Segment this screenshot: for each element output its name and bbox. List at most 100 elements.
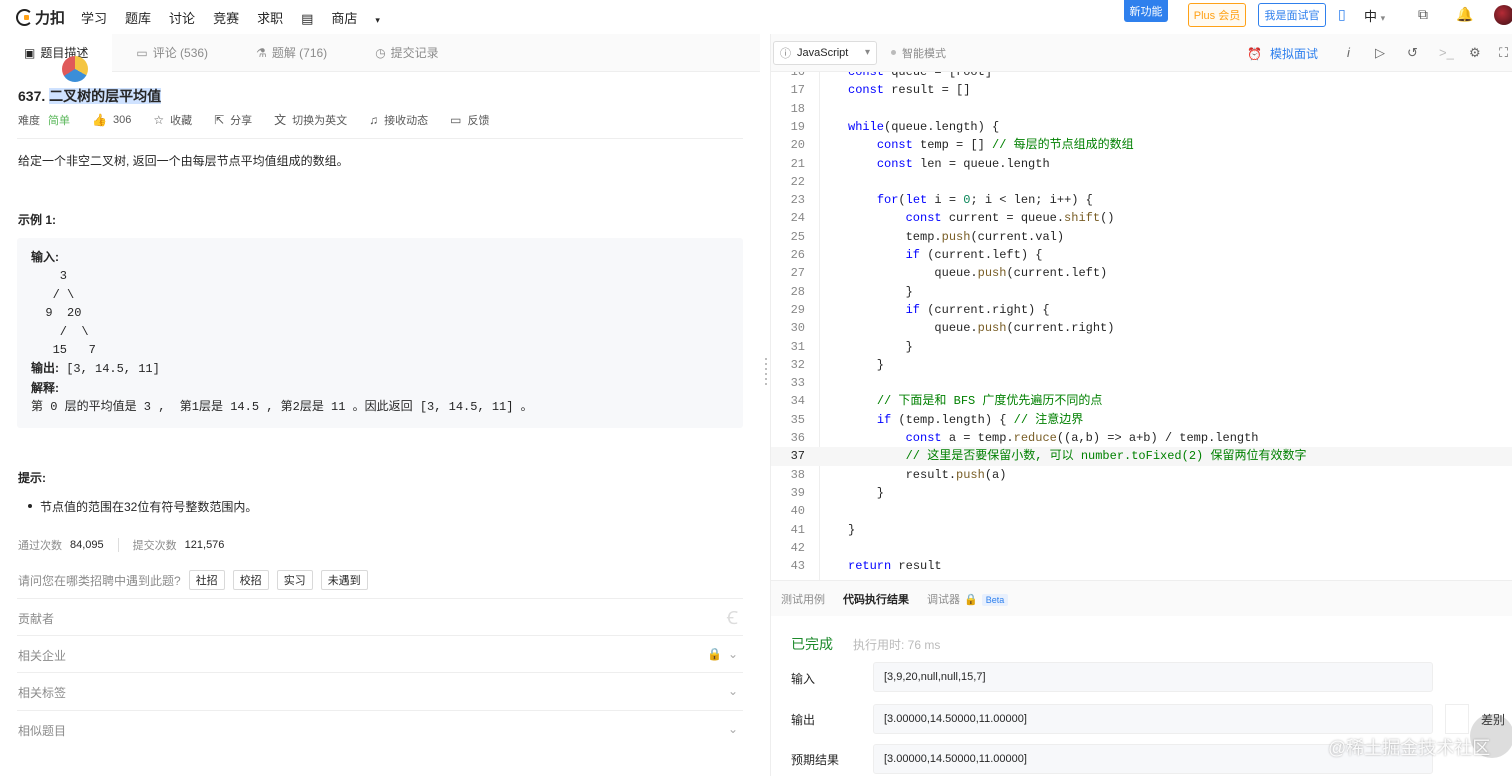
- code-line[interactable]: 23 for(let i = 0; i < len; i++) {: [771, 191, 1512, 209]
- line-number: 22: [790, 174, 805, 189]
- mobile-icon[interactable]: ▯: [1338, 6, 1346, 23]
- plus-member-button[interactable]: Plus 会员: [1188, 3, 1246, 27]
- new-feature-badge[interactable]: 新功能: [1124, 0, 1168, 22]
- input-label: 输入:: [31, 250, 59, 264]
- leetcode-logo[interactable]: 力扣: [16, 7, 65, 28]
- feedback-label: 反馈: [467, 114, 490, 127]
- nav-link-shop[interactable]: ▤ 商店 ▾: [301, 8, 398, 27]
- code-line[interactable]: 38 result.push(a): [771, 466, 1512, 484]
- nav-link-learn[interactable]: 学习: [81, 8, 107, 27]
- tab-submissions[interactable]: ◷ 提交记录: [351, 34, 463, 72]
- favorite-button[interactable]: ☆ 收藏: [153, 112, 192, 128]
- code-line[interactable]: 18: [771, 100, 1512, 118]
- tab-testcase[interactable]: 测试用例: [781, 591, 825, 607]
- code-line[interactable]: 43 return result: [771, 557, 1512, 575]
- code-line[interactable]: 20 const temp = [] // 每层的节点组成的数组: [771, 136, 1512, 154]
- share-button[interactable]: ⇱ 分享: [214, 112, 252, 128]
- code-line[interactable]: 25 temp.push(current.val): [771, 228, 1512, 246]
- difficulty-label: 难度: [18, 114, 40, 127]
- star-icon: ☆: [153, 112, 165, 127]
- divider: [17, 598, 743, 599]
- divider: [17, 672, 743, 673]
- code-editor[interactable]: 16 const queue = [root] 17 const result = […: [771, 72, 1512, 580]
- nav-link-contest[interactable]: 竞赛: [213, 8, 239, 27]
- code-line[interactable]: 35 if (temp.length) { // 注意边界: [771, 411, 1512, 429]
- tab-description[interactable]: ▣ 题目描述: [0, 33, 113, 72]
- code-text: }: [848, 284, 913, 299]
- code-text: const a = temp.reduce((a,b) => a+b) / te…: [905, 431, 1259, 445]
- code-line[interactable]: 31 }: [771, 338, 1512, 356]
- nav-link-discuss[interactable]: 讨论: [169, 8, 195, 27]
- run-icon[interactable]: ▷: [1375, 45, 1385, 61]
- code-line[interactable]: 27 queue.push(current.left): [771, 264, 1512, 282]
- language-selector[interactable]: 中 ▾: [1364, 6, 1385, 25]
- code-line[interactable]: 26 if (current.left) {: [771, 246, 1512, 264]
- chip-social[interactable]: 社招: [188, 570, 225, 590]
- code-line[interactable]: 29 if (current.right) {: [771, 301, 1512, 319]
- nav-link-problems[interactable]: 题库: [125, 8, 151, 27]
- tab-comments[interactable]: ▭ 评论 (536): [112, 34, 232, 72]
- section-label: 相关标签: [18, 686, 67, 700]
- chevron-down-icon: ⌄: [727, 684, 738, 698]
- code-line[interactable]: 36 const a = temp.reduce((a,b) => a+b) /…: [771, 429, 1512, 447]
- code-line[interactable]: 24 const current = queue.shift(): [771, 209, 1512, 227]
- line-number: 26: [790, 248, 805, 262]
- mock-interview-button[interactable]: ⏰ 模拟面试: [1247, 45, 1318, 62]
- code-line[interactable]: 41}: [771, 521, 1512, 539]
- document-icon: ▣: [24, 45, 36, 60]
- tree-line: / \: [31, 324, 89, 339]
- tab-result[interactable]: 代码执行结果: [843, 591, 909, 607]
- example-block: 输入: 3 / \ 9 20 / \ 15 7 输出: [3, 14.5, 11…: [17, 238, 743, 428]
- code-line[interactable]: 28 }: [771, 283, 1512, 301]
- tab-debugger[interactable]: 调试器 🔒 Beta: [927, 591, 1009, 607]
- section-companies[interactable]: 相关企业 🔒 ⌄: [18, 647, 742, 664]
- code-line[interactable]: 30 queue.push(current.right): [771, 319, 1512, 337]
- section-similar[interactable]: 相似题目 ⌄: [18, 722, 742, 739]
- code-text: }: [848, 357, 885, 372]
- code-line[interactable]: 37 // 这里是否要保留小数, 可以 number.toFixed(2) 保留…: [771, 447, 1512, 466]
- smart-mode-toggle[interactable]: 智能模式: [891, 45, 946, 61]
- panel-resizer[interactable]: [764, 355, 768, 395]
- code-line[interactable]: 42: [771, 539, 1512, 557]
- chip-intern[interactable]: 实习: [276, 570, 313, 590]
- diff-checkbox[interactable]: [1445, 704, 1469, 734]
- code-line[interactable]: 33: [771, 374, 1512, 392]
- section-tags[interactable]: 相关标签 ⌄: [18, 684, 742, 701]
- leetcode-logo-icon: [16, 8, 33, 26]
- tab-label: 题解 (716): [271, 46, 328, 60]
- code-line[interactable]: 17 const result = []: [771, 81, 1512, 99]
- video-icon[interactable]: ⧉: [1418, 6, 1428, 23]
- chip-not-met[interactable]: 未遇到: [320, 570, 368, 590]
- user-avatar[interactable]: [1494, 5, 1512, 25]
- code-line[interactable]: 16 const queue = [root]: [771, 72, 1512, 81]
- nav-link-jobs[interactable]: 求职: [257, 8, 283, 27]
- code-text: }: [848, 485, 885, 500]
- code-line[interactable]: 22: [771, 173, 1512, 191]
- code-line[interactable]: 19 while(queue.length) {: [771, 118, 1512, 136]
- code-line[interactable]: 34 // 下面是和 BFS 广度优先遍历不同的点: [771, 392, 1512, 410]
- like-button[interactable]: 👍 306: [92, 113, 131, 127]
- terminal-icon[interactable]: >_: [1439, 45, 1454, 60]
- floating-badge[interactable]: [62, 56, 88, 82]
- code-line[interactable]: 40: [771, 502, 1512, 520]
- reset-icon[interactable]: ↺: [1407, 45, 1418, 61]
- code-line[interactable]: 32 }: [771, 356, 1512, 374]
- switch-language-button[interactable]: 文切换为英文: [274, 111, 347, 128]
- section-contributors[interactable]: 贡献者 Ꞓ: [18, 608, 742, 628]
- settings-icon[interactable]: ⚙: [1469, 45, 1481, 61]
- line-number: 27: [790, 266, 805, 281]
- code-text: if (current.right) {: [905, 302, 1050, 317]
- fullscreen-icon[interactable]: ⛶: [1499, 45, 1508, 61]
- info-icon[interactable]: i: [1347, 45, 1350, 60]
- section-label: 相关企业: [18, 649, 67, 663]
- code-line[interactable]: 39 }: [771, 484, 1512, 502]
- language-select[interactable]: ⓘ JavaScript ▾: [773, 40, 877, 65]
- tab-solutions[interactable]: ⚗ 题解 (716): [232, 34, 351, 72]
- code-line[interactable]: 21 const len = queue.length: [771, 155, 1512, 173]
- bell-icon[interactable]: 🔔: [1456, 6, 1473, 23]
- chip-campus[interactable]: 校招: [232, 570, 269, 590]
- interviewer-button[interactable]: 我是面试官: [1258, 3, 1326, 27]
- subscribe-button[interactable]: ♫ 接收动态: [369, 112, 428, 128]
- line-number: 30: [790, 321, 805, 336]
- feedback-button[interactable]: ▭ 反馈: [450, 112, 489, 128]
